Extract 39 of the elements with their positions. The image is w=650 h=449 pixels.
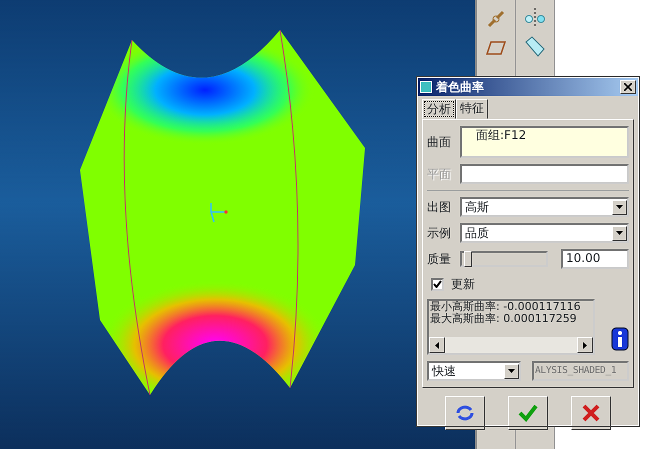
field-label: 质量 bbox=[427, 251, 452, 268]
window-title: 着色曲率 bbox=[436, 79, 484, 96]
scroll-right-icon[interactable] bbox=[577, 337, 593, 353]
cross-icon bbox=[582, 404, 600, 422]
input-field: ALYSIS_SHADED_1 bbox=[532, 361, 629, 381]
dropdown-value: 高斯 bbox=[465, 199, 489, 216]
horizontal-scrollbar[interactable] bbox=[429, 337, 593, 353]
field-label: 平面 bbox=[427, 166, 452, 183]
close-icon bbox=[624, 83, 632, 92]
dropdown[interactable]: 快速 bbox=[427, 361, 521, 381]
extrude-icon[interactable] bbox=[524, 36, 546, 58]
input-field[interactable]: 10.00 bbox=[561, 249, 629, 269]
parallelogram-icon[interactable] bbox=[485, 40, 507, 56]
window-icon bbox=[420, 81, 432, 93]
scroll-left-icon[interactable] bbox=[429, 337, 445, 353]
checkbox[interactable] bbox=[431, 278, 444, 290]
dropdown-value: 品质 bbox=[465, 225, 489, 242]
field-label: 出图 bbox=[427, 199, 452, 216]
result-text: 最小高斯曲率: -0.000117116 bbox=[429, 301, 582, 313]
chain-icon[interactable] bbox=[485, 8, 507, 30]
input-field[interactable]: 面组:F12 bbox=[460, 126, 629, 158]
tab[interactable]: 特征 bbox=[456, 99, 488, 119]
mirror-icon[interactable] bbox=[524, 8, 546, 26]
field-label: 示例 bbox=[427, 225, 452, 242]
dropdown[interactable]: 品质 bbox=[460, 223, 629, 243]
repaint-button[interactable] bbox=[445, 396, 486, 430]
field-label: 曲面 bbox=[427, 134, 452, 151]
checkbox-label: 更新 bbox=[451, 276, 475, 293]
result-text: 最大高斯曲率: 0.000117259 bbox=[429, 313, 578, 325]
repaint-icon bbox=[455, 404, 476, 422]
checkmark-icon bbox=[518, 404, 538, 422]
close-button[interactable] bbox=[620, 80, 636, 94]
info-icon[interactable] bbox=[611, 327, 629, 351]
dropdown[interactable]: 高斯 bbox=[460, 197, 629, 217]
tab[interactable]: 分析 bbox=[422, 99, 456, 119]
slider-thumb[interactable] bbox=[464, 251, 472, 267]
cancel-button[interactable] bbox=[570, 396, 611, 430]
ok-button[interactable] bbox=[508, 396, 548, 430]
dropdown-value: 快速 bbox=[432, 363, 456, 380]
